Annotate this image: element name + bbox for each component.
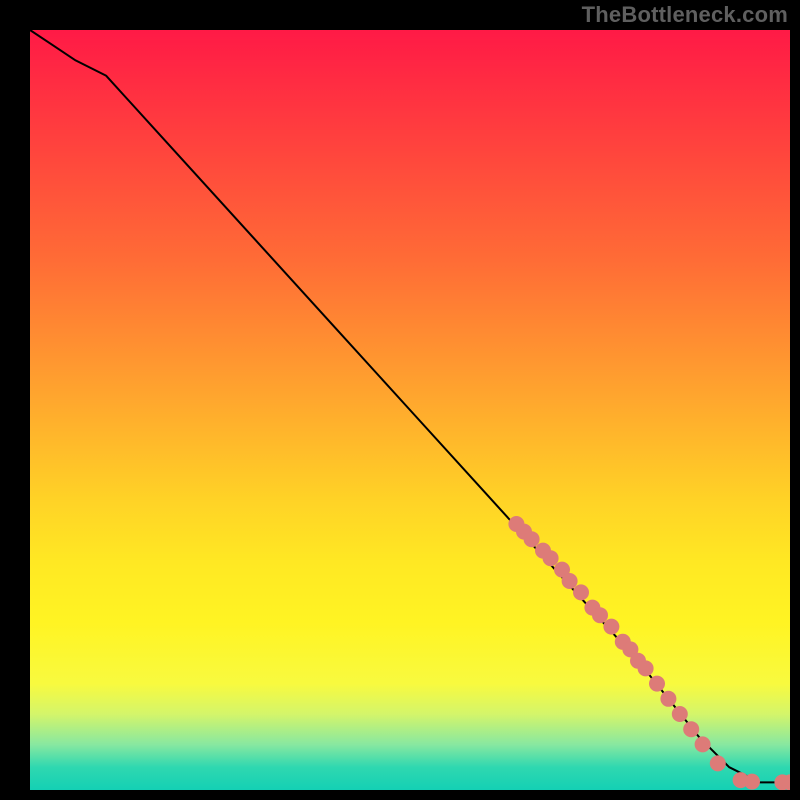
marker-point xyxy=(710,755,726,771)
marker-point xyxy=(695,736,711,752)
plot-area xyxy=(30,30,790,790)
watermark-text: TheBottleneck.com xyxy=(582,2,788,28)
chart-overlay xyxy=(30,30,790,790)
marker-point xyxy=(573,584,589,600)
marker-point xyxy=(683,721,699,737)
chart-frame: TheBottleneck.com xyxy=(0,0,800,800)
marker-point xyxy=(524,531,540,547)
marker-point xyxy=(603,619,619,635)
marker-point xyxy=(672,706,688,722)
marker-point xyxy=(543,550,559,566)
marker-point xyxy=(592,607,608,623)
marker-point xyxy=(638,660,654,676)
marker-cluster xyxy=(508,516,790,790)
marker-point xyxy=(562,573,578,589)
marker-point xyxy=(744,774,760,790)
marker-point xyxy=(660,691,676,707)
marker-point xyxy=(649,676,665,692)
curve-line xyxy=(30,30,790,782)
